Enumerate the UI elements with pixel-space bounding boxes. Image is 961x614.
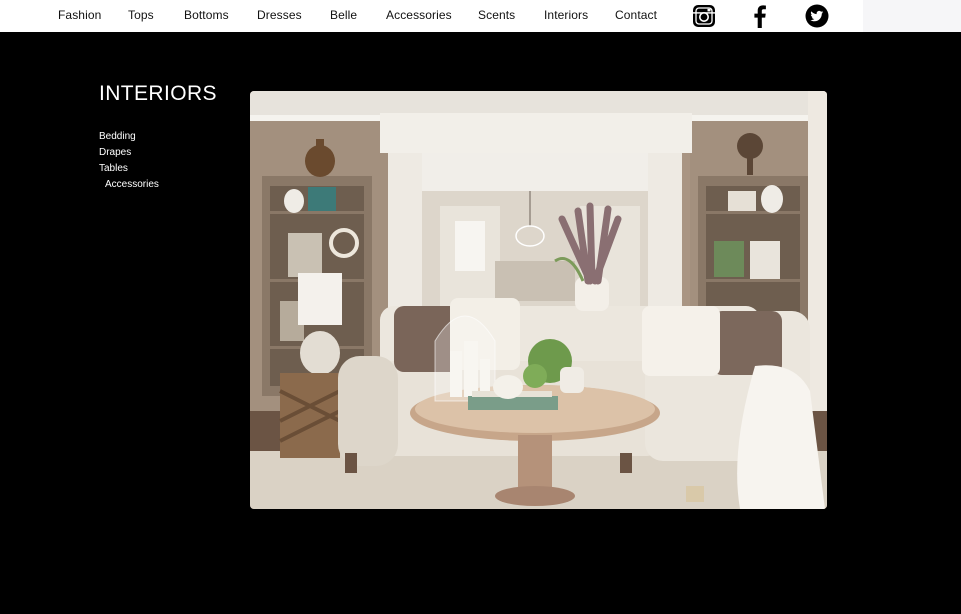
nav-item-accessories[interactable]: Accessories (386, 8, 452, 22)
sidebar-link-bedding[interactable]: Bedding (99, 131, 136, 142)
nav-item-tops[interactable]: Tops (128, 8, 154, 22)
top-navigation-bar: Fashion Tops Bottoms Dresses Belle Acces… (0, 0, 961, 32)
nav-item-scents[interactable]: Scents (478, 8, 515, 22)
nav-item-bottoms[interactable]: Bottoms (184, 8, 229, 22)
nav-item-fashion[interactable]: Fashion (58, 8, 101, 22)
interior-hero-image (250, 91, 827, 509)
facebook-icon[interactable] (748, 4, 772, 28)
instagram-icon[interactable] (692, 4, 716, 28)
twitter-icon[interactable] (805, 4, 829, 28)
sidebar-link-drapes[interactable]: Drapes (99, 147, 131, 158)
nav-item-interiors[interactable]: Interiors (544, 8, 588, 22)
topbar-right-panel (863, 0, 961, 32)
sidebar-link-accessories[interactable]: Accessories (105, 179, 159, 190)
living-room-illustration (250, 91, 827, 509)
nav-item-contact[interactable]: Contact (615, 8, 657, 22)
page-title: INTERIORS (99, 82, 217, 105)
nav-item-belle[interactable]: Belle (330, 8, 357, 22)
nav-item-dresses[interactable]: Dresses (257, 8, 302, 22)
sidebar-link-tables[interactable]: Tables (99, 163, 128, 174)
